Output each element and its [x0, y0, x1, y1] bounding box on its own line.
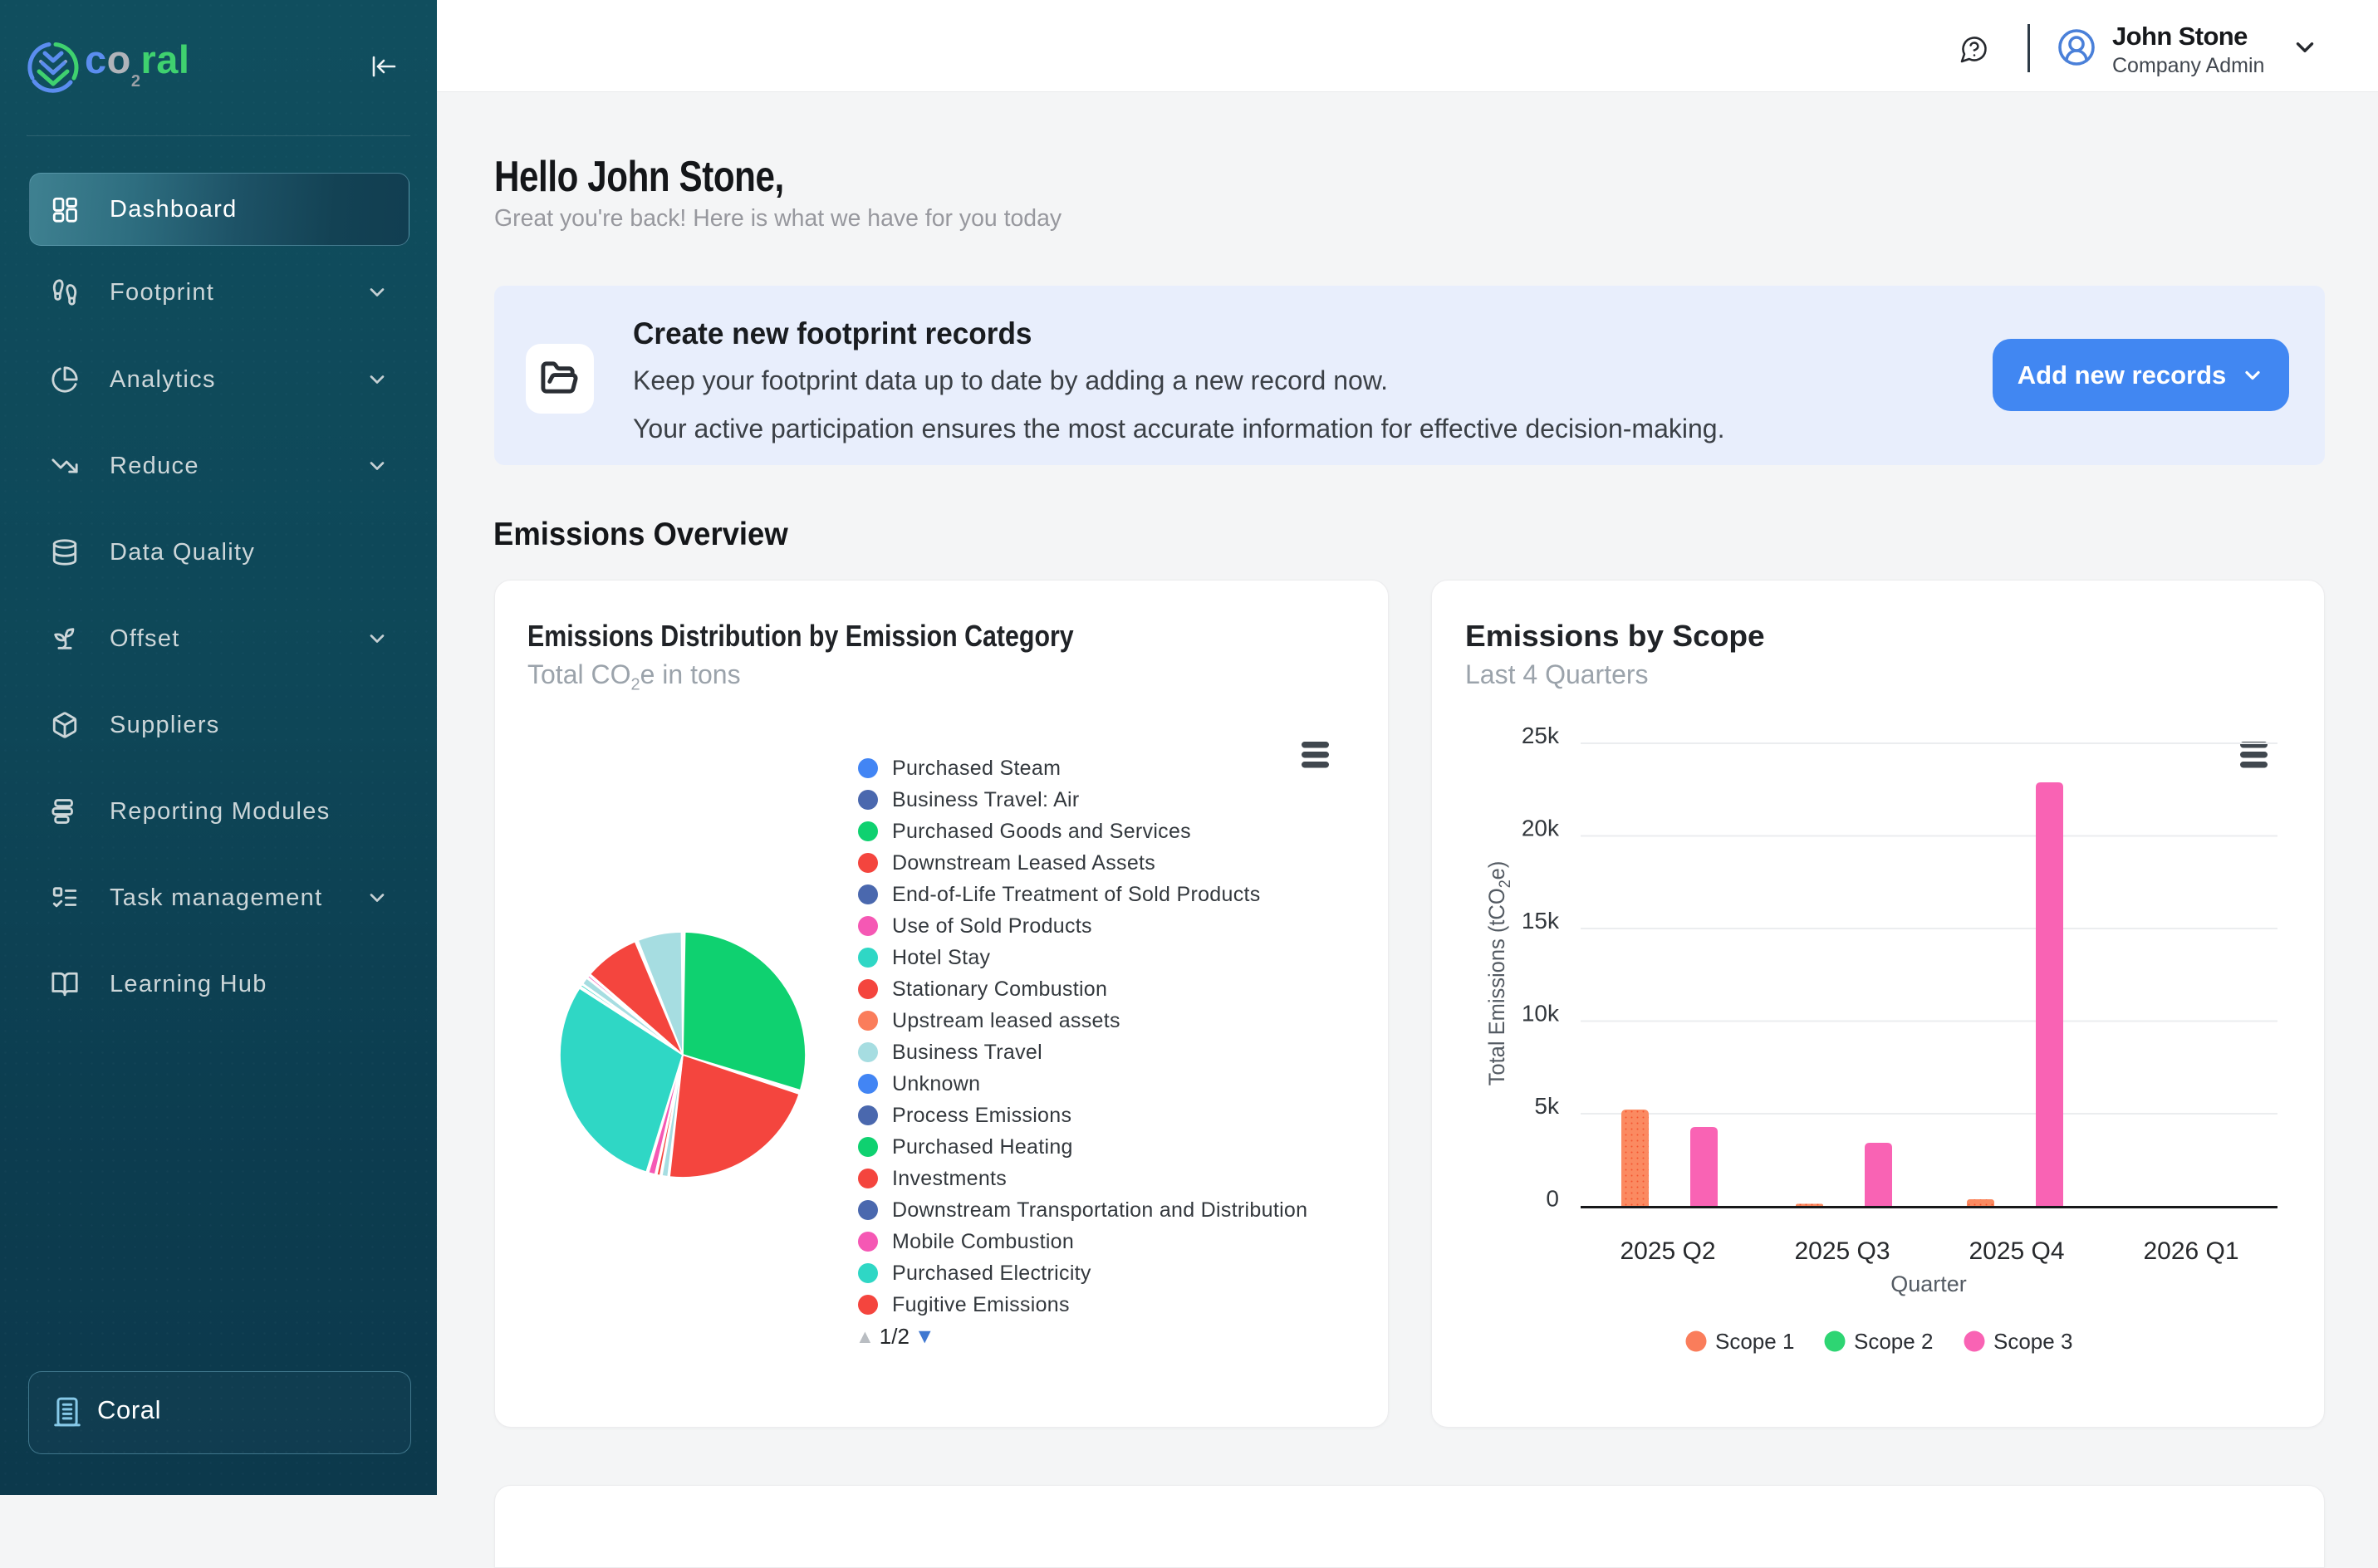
svg-text:25k: 25k — [1522, 723, 1560, 748]
svg-text:5k: 5k — [1534, 1093, 1560, 1119]
svg-text:2026 Q1: 2026 Q1 — [2143, 1237, 2238, 1265]
svg-text:15k: 15k — [1522, 908, 1560, 933]
svg-text:Scope 1: Scope 1 — [1715, 1329, 1794, 1354]
svg-text:2025 Q2: 2025 Q2 — [1620, 1237, 1715, 1265]
svg-text:10k: 10k — [1522, 1001, 1560, 1027]
svg-text:Scope 2: Scope 2 — [1854, 1329, 1933, 1354]
svg-text:2025 Q3: 2025 Q3 — [1794, 1237, 1890, 1265]
svg-text:20k: 20k — [1522, 816, 1560, 841]
svg-text:Scope 3: Scope 3 — [1993, 1329, 2072, 1354]
svg-text:2025 Q4: 2025 Q4 — [1969, 1237, 2064, 1265]
svg-text:Total Emissions (tCO2e): Total Emissions (tCO2e) — [1483, 861, 1513, 1086]
svg-text:0: 0 — [1546, 1186, 1559, 1212]
svg-text:Quarter: Quarter — [1890, 1272, 1967, 1296]
